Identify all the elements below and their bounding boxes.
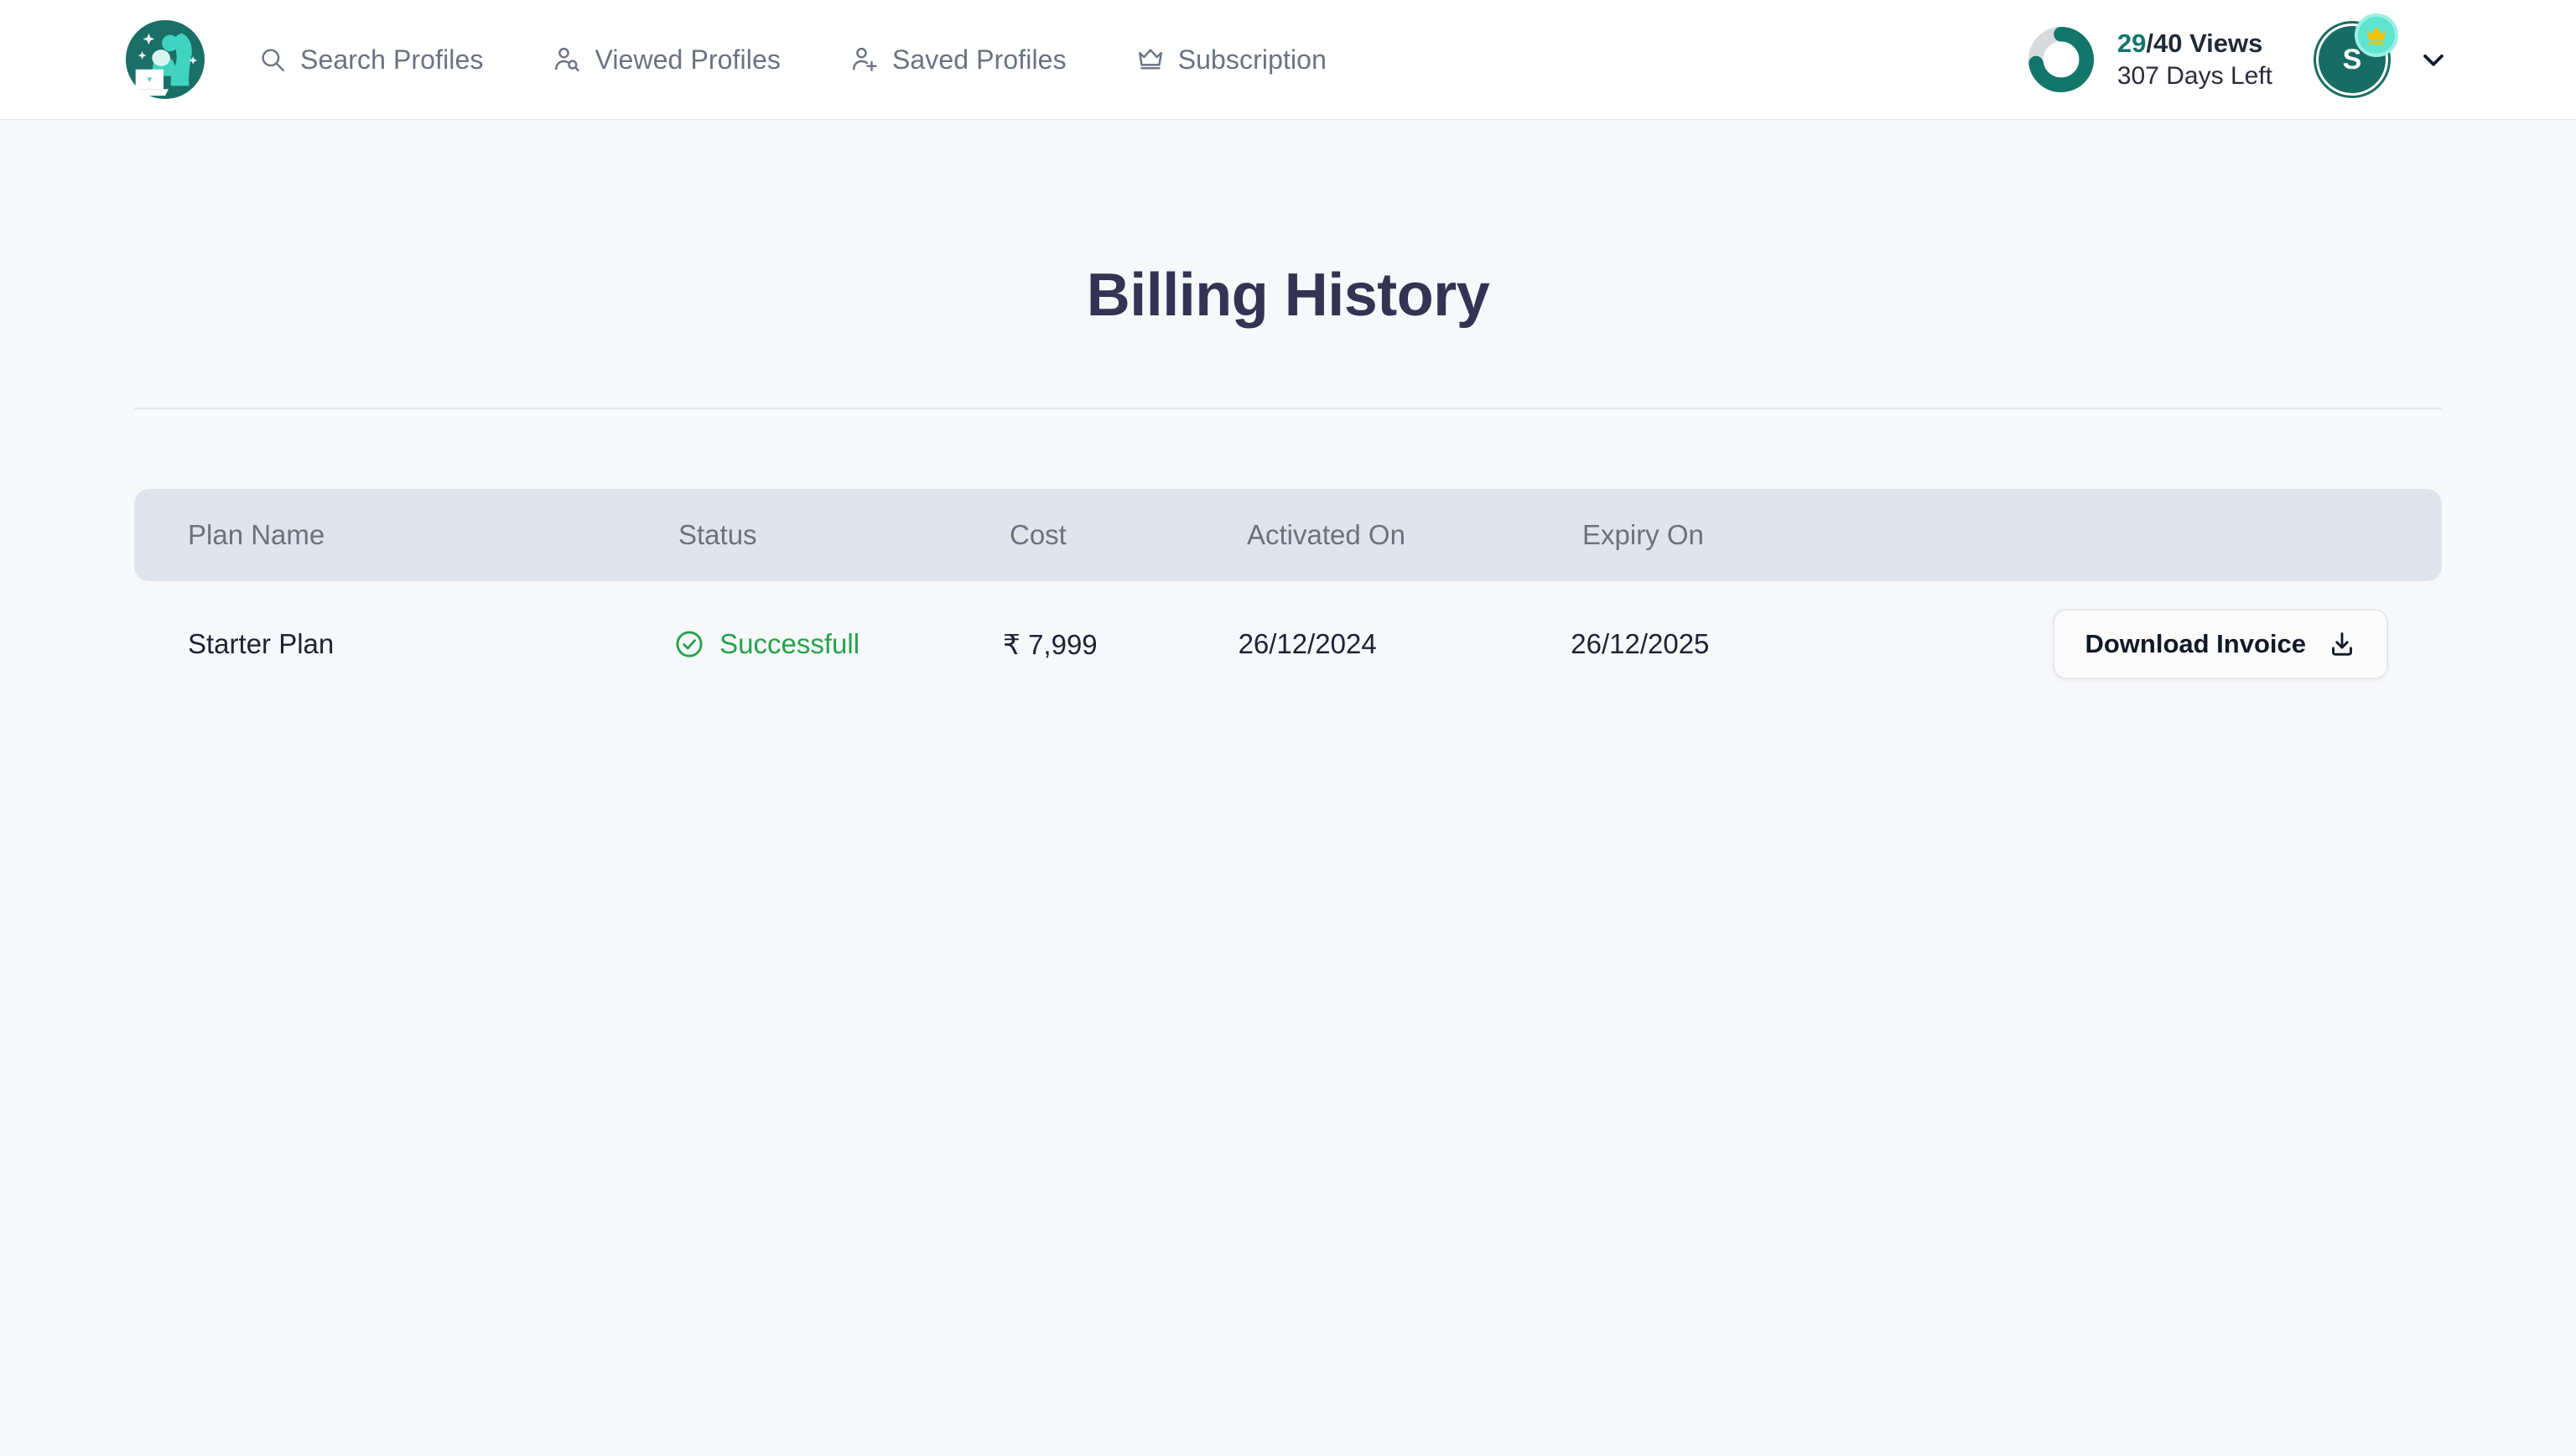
title-divider xyxy=(134,408,2442,409)
page-title: Billing History xyxy=(1086,262,1490,329)
check-circle-icon xyxy=(676,631,703,658)
crown-icon xyxy=(1136,45,1165,74)
column-header-status: Status xyxy=(678,519,757,550)
column-header-cost: Cost xyxy=(1010,519,1067,550)
search-icon xyxy=(258,45,287,74)
cell-expiry-on: 26/12/2025 xyxy=(1571,628,1710,659)
cell-cost: ₹ 7,999 xyxy=(1002,628,1098,660)
views-total: /40 Views xyxy=(2146,28,2263,58)
cell-activated-on: 26/12/2024 xyxy=(1238,628,1377,659)
column-header-plan-name: Plan Name xyxy=(188,519,325,550)
cell-status: Successfull xyxy=(674,628,1003,660)
top-navigation-bar: Search Profiles Viewed Profiles Saved Pr… xyxy=(0,0,2576,120)
views-used: 29 xyxy=(2116,28,2147,58)
premium-crown-badge xyxy=(2355,13,2398,57)
column-header-activated-on: Activated On xyxy=(1247,519,1405,550)
download-icon xyxy=(2332,632,2352,656)
chevron-down-icon xyxy=(2423,55,2444,66)
table-header-row: Plan Name Status Cost Activated On Expir… xyxy=(134,489,2442,581)
nav-item-saved-profiles[interactable]: Saved Profiles xyxy=(850,36,1067,84)
nav-label: Viewed Profiles xyxy=(595,44,781,75)
column-header-expiry-on: Expiry On xyxy=(1582,519,1704,550)
download-invoice-button[interactable]: Download Invoice xyxy=(2053,609,2388,679)
header-account-area: 29/40 Views 307 Days Left S xyxy=(2027,13,2450,96)
table-row: Starter Plan Successfull ₹ 7,999 26/12/2… xyxy=(134,581,2442,707)
status-label: Successfull xyxy=(719,628,860,659)
nav-item-search-profiles[interactable]: Search Profiles xyxy=(258,36,483,84)
brand-logo[interactable] xyxy=(124,18,206,101)
account-menu-toggle[interactable] xyxy=(2417,43,2450,76)
usage-summary[interactable]: 29/40 Views 307 Days Left xyxy=(2027,25,2272,94)
billing-history-page: Billing History Plan Name Status Cost Ac… xyxy=(0,261,2576,707)
nav-item-subscription[interactable]: Subscription xyxy=(1136,36,1327,84)
nav-label: Search Profiles xyxy=(300,44,484,75)
views-progress-ring xyxy=(2027,25,2096,94)
nav-label: Subscription xyxy=(1177,44,1327,75)
main-nav: Search Profiles Viewed Profiles Saved Pr… xyxy=(258,36,1327,84)
person-add-icon xyxy=(850,45,879,74)
days-left-label: 307 Days Left xyxy=(2116,61,2272,90)
cell-plan-name: Starter Plan xyxy=(188,628,335,659)
person-search-icon xyxy=(553,45,581,74)
status-badge: Successfull xyxy=(674,628,860,660)
cell-actions: Download Invoice xyxy=(2053,609,2388,679)
nav-item-viewed-profiles[interactable]: Viewed Profiles xyxy=(553,36,781,84)
billing-history-table: Plan Name Status Cost Activated On Expir… xyxy=(134,489,2442,707)
download-invoice-label: Download Invoice xyxy=(2085,629,2306,658)
nav-label: Saved Profiles xyxy=(891,44,1067,75)
views-count: 29/40 Views xyxy=(2117,29,2272,59)
avatar[interactable]: S xyxy=(2316,13,2398,96)
